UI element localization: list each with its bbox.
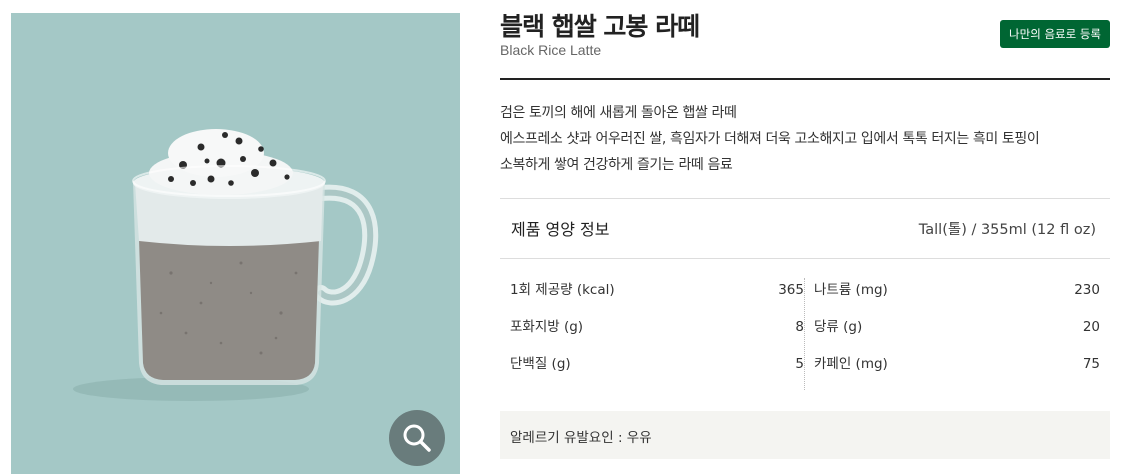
nutrition-header-divider [500,258,1110,259]
nutrition-label: 1회 제공량 (kcal) [510,282,615,298]
allergy-text: 알레르기 유발요인 : 우유 [510,430,652,446]
nutrition-row-sodium: 나트륨 (mg) 230 [814,272,1100,309]
product-description: 검은 토끼의 해에 새롭게 돌아온 햅쌀 라떼 에스프레소 샷과 어우러진 쌀,… [500,100,1110,178]
nutrition-row-saturated-fat: 포화지방 (g) 8 [510,309,804,346]
nutrition-column-left: 1회 제공량 (kcal) 365 포화지방 (g) 8 단백질 (g) 5 [510,272,804,383]
nutrition-value: 365 [778,282,804,298]
nutrition-row-protein: 단백질 (g) 5 [510,346,804,383]
product-detail-page: 블랙 햅쌀 고봉 라떼 Black Rice Latte 나만의 음료로 등록 … [0,0,1123,474]
latte-mug-illustration [73,129,379,401]
nutrition-label: 나트륨 (mg) [814,282,888,298]
register-my-drink-button[interactable]: 나만의 음료로 등록 [1000,20,1110,48]
product-image [11,13,460,474]
nutrition-value: 5 [795,356,804,372]
nutrition-row-caffeine: 카페인 (mg) 75 [814,346,1100,383]
nutrition-row-kcal: 1회 제공량 (kcal) 365 [510,272,804,309]
nutrition-row-sugars: 당류 (g) 20 [814,309,1100,346]
product-name-ko: 블랙 햅쌀 고봉 라떼 [500,12,700,41]
nutrition-label: 카페인 (mg) [814,356,888,372]
nutrition-title: 제품 영양 정보 [511,220,610,239]
nutrition-label: 포화지방 (g) [510,319,584,335]
description-line: 에스프레소 샷과 어우러진 쌀, 흑임자가 더해져 더욱 고소해지고 입에서 톡… [500,131,1040,147]
description-line: 검은 토끼의 해에 새롭게 돌아온 햅쌀 라떼 [500,105,737,121]
nutrition-value: 20 [1082,319,1100,335]
product-name-en: Black Rice Latte [500,42,602,58]
nutrition-label: 당류 (g) [814,319,863,335]
description-line: 소복하게 쌓여 건강하게 즐기는 라떼 음료 [500,157,733,173]
nutrition-header: 제품 영양 정보 Tall(톨) / 355ml (12 fl oz) [500,199,1110,257]
nutrition-value: 230 [1074,282,1100,298]
nutrition-value: 75 [1082,356,1100,372]
magnifier-icon [403,424,431,452]
nutrition-table: 1회 제공량 (kcal) 365 포화지방 (g) 8 단백질 (g) 5 나… [500,272,1110,390]
nutrition-column-right: 나트륨 (mg) 230 당류 (g) 20 카페인 (mg) 75 [814,272,1100,383]
serving-size: Tall(톨) / 355ml (12 fl oz) [918,222,1096,238]
zoom-button[interactable] [389,410,445,466]
nutrition-value: 8 [795,319,804,335]
nutrition-label: 단백질 (g) [510,356,571,372]
nutrition-column-divider [804,278,805,390]
allergy-info: 알레르기 유발요인 : 우유 [500,411,1110,459]
title-divider [500,78,1110,80]
